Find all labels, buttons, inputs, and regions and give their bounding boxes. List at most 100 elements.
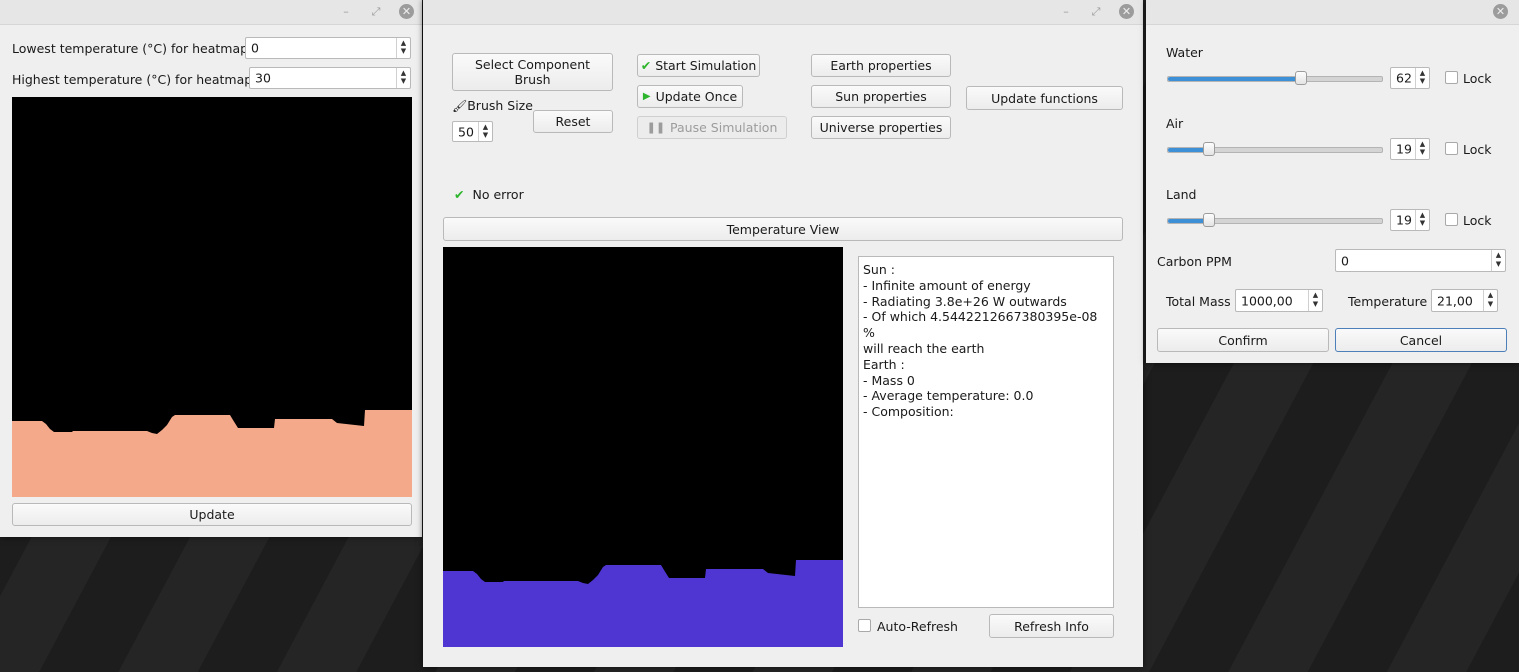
play-icon: ▶ (642, 91, 651, 102)
brush-size-text: Brush Size (467, 98, 533, 113)
total-mass-spinbox[interactable]: 1000,00 ▲ ▼ (1235, 289, 1323, 312)
spin-down-icon[interactable]: ▼ (1484, 300, 1497, 311)
cancel-button[interactable]: Cancel (1335, 328, 1507, 352)
spin-down-icon[interactable]: ▼ (1416, 219, 1429, 229)
brush-size-label: 🖌Brush Size (452, 98, 533, 113)
spin-down-icon[interactable]: ▼ (1416, 77, 1429, 87)
heatmap-terrain (12, 410, 412, 497)
brush-size-spinbox[interactable]: 50 ▲ ▼ (452, 121, 493, 142)
low-temp-value: 0 (251, 40, 259, 56)
land-value: 19 (1396, 212, 1412, 228)
total-mass-value: 1000,00 (1241, 293, 1293, 308)
update-heatmap-button[interactable]: Update (12, 503, 412, 526)
water-slider-fill (1168, 77, 1301, 81)
start-simulation-label: Start Simulation (655, 58, 757, 73)
close-icon[interactable]: ✕ (1493, 4, 1508, 19)
air-value: 19 (1396, 141, 1412, 157)
total-mass-label: Total Mass (1166, 294, 1231, 309)
land-lock-checkbox[interactable] (1445, 213, 1458, 226)
temperature-spinbox[interactable]: 21,00 ▲ ▼ (1431, 289, 1498, 312)
composition-window: ✕ Water 62 ▲ ▼ Lock Air 19 ▲ ▼ Lock Land… (1146, 0, 1519, 363)
confirm-button[interactable]: Confirm (1157, 328, 1329, 352)
water-label: Water (1166, 45, 1203, 60)
heatmap-window-titlebar: – ⤢ ✕ (0, 0, 422, 25)
maximize-icon[interactable]: ⤢ (369, 5, 383, 19)
land-slider[interactable] (1167, 213, 1383, 227)
water-lock-checkbox[interactable] (1445, 71, 1458, 84)
spin-down-icon[interactable]: ▼ (1416, 148, 1429, 158)
checkmark-icon: ✔ (640, 58, 652, 73)
air-lock-checkbox[interactable] (1445, 142, 1458, 155)
high-temp-value: 30 (255, 70, 271, 86)
spin-arrows: ▲ ▼ (1308, 290, 1322, 311)
spin-down-icon[interactable]: ▼ (1492, 260, 1505, 271)
status-message: ✔ No error (454, 187, 524, 202)
air-lock-label: Lock (1463, 142, 1492, 157)
spin-arrows: ▲ ▼ (1491, 250, 1505, 271)
spin-down-icon[interactable]: ▼ (1309, 300, 1322, 311)
water-value: 62 (1396, 70, 1412, 86)
spin-down-icon[interactable]: ▼ (397, 47, 410, 57)
pause-icon: ❚❚ (646, 121, 666, 134)
brush-size-value: 50 (458, 124, 474, 139)
minimize-icon[interactable]: – (1059, 5, 1073, 19)
spin-arrows: ▲ ▼ (396, 68, 410, 88)
spin-arrows: ▲ ▼ (1415, 68, 1429, 88)
spin-down-icon[interactable]: ▼ (479, 131, 492, 141)
water-spinbox[interactable]: 62 ▲ ▼ (1390, 67, 1430, 89)
temperature-label: Temperature (1348, 294, 1428, 309)
air-slider[interactable] (1167, 142, 1383, 156)
sun-properties-button[interactable]: Sun properties (811, 85, 951, 108)
close-icon[interactable]: ✕ (399, 4, 414, 19)
air-label: Air (1166, 116, 1184, 131)
water-slider-handle[interactable] (1294, 71, 1307, 85)
spin-arrows: ▲ ▼ (478, 122, 492, 141)
land-slider-handle[interactable] (1202, 213, 1215, 227)
low-temp-spinbox[interactable]: 0 ▲ ▼ (245, 37, 411, 59)
select-component-brush-label: Select Component Brush (474, 57, 591, 87)
carbon-ppm-spinbox[interactable]: 0 ▲ ▼ (1335, 249, 1506, 272)
start-simulation-button[interactable]: ✔ Start Simulation (637, 54, 760, 77)
select-component-brush-button[interactable]: Select Component Brush (452, 53, 613, 91)
spin-arrows: ▲ ▼ (1415, 139, 1429, 159)
pause-simulation-label: Pause Simulation (670, 120, 778, 135)
earth-properties-button[interactable]: Earth properties (811, 54, 951, 77)
update-functions-button[interactable]: Update functions (966, 86, 1123, 110)
main-window: – ⤢ ✕ Select Component Brush 🖌Brush Size… (423, 0, 1143, 667)
carbon-ppm-value: 0 (1341, 253, 1349, 268)
heatmap-canvas[interactable] (12, 97, 412, 497)
simulation-info-text[interactable]: Sun : - Infinite amount of energy - Radi… (858, 256, 1114, 608)
refresh-info-button[interactable]: Refresh Info (989, 614, 1114, 638)
air-spinbox[interactable]: 19 ▲ ▼ (1390, 138, 1430, 160)
update-once-label: Update Once (655, 89, 738, 104)
spin-arrows: ▲ ▼ (1483, 290, 1497, 311)
main-window-titlebar: – ⤢ ✕ (423, 0, 1143, 25)
spin-down-icon[interactable]: ▼ (397, 77, 410, 87)
water-lock-label: Lock (1463, 71, 1492, 86)
universe-properties-button[interactable]: Universe properties (811, 116, 951, 139)
temperature-view-button[interactable]: Temperature View (443, 217, 1123, 241)
temperature-value: 21,00 (1437, 293, 1473, 308)
spin-arrows: ▲ ▼ (396, 38, 410, 58)
pause-simulation-button[interactable]: ❚❚ Pause Simulation (637, 116, 787, 139)
high-temp-spinbox[interactable]: 30 ▲ ▼ (249, 67, 411, 89)
reset-button[interactable]: Reset (533, 110, 613, 133)
simulation-canvas[interactable] (443, 247, 843, 647)
minimize-icon[interactable]: – (339, 5, 353, 19)
carbon-ppm-label: Carbon PPM (1157, 254, 1232, 269)
land-lock-label: Lock (1463, 213, 1492, 228)
water-slider[interactable] (1167, 71, 1383, 85)
composition-window-titlebar: ✕ (1146, 0, 1519, 25)
land-spinbox[interactable]: 19 ▲ ▼ (1390, 209, 1430, 231)
brush-icon: 🖌 (452, 99, 468, 113)
auto-refresh-label: Auto-Refresh (877, 619, 958, 634)
maximize-icon[interactable]: ⤢ (1089, 5, 1103, 19)
auto-refresh-checkbox[interactable] (858, 619, 871, 632)
simulation-terrain (443, 560, 843, 647)
status-text: No error (472, 187, 524, 202)
update-once-button[interactable]: ▶ Update Once (637, 85, 743, 108)
success-icon: ✔ (454, 187, 465, 202)
air-slider-handle[interactable] (1202, 142, 1215, 156)
close-icon[interactable]: ✕ (1119, 4, 1134, 19)
high-temp-label: Highest temperature (°C) for heatmap: (12, 72, 257, 87)
